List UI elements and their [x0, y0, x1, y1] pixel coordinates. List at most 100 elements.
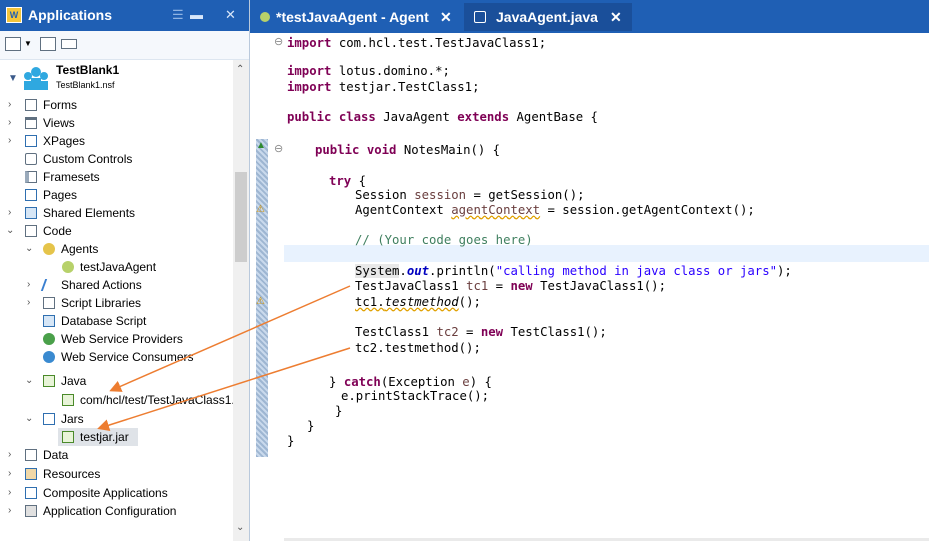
web-service-provider-icon — [43, 333, 55, 345]
resources-icon — [25, 468, 37, 480]
fold-toggle-icon[interactable]: ⊖ — [274, 35, 283, 48]
code-line: System.out.println("calling method in ja… — [355, 264, 792, 278]
chevron-down-icon[interactable]: ▼ — [24, 39, 32, 48]
expand-icon[interactable]: ▼ — [8, 70, 18, 88]
tree-item-jars[interactable]: ⌄ Jars — [0, 410, 233, 428]
tree-item-framesets[interactable]: Framesets — [0, 168, 233, 186]
tree-item-pages[interactable]: Pages — [0, 186, 233, 204]
scroll-down-icon[interactable]: ⌄ — [236, 522, 244, 533]
override-marker-icon[interactable]: ▲ — [256, 140, 268, 152]
shared-elements-icon — [25, 207, 37, 219]
tree-item-application-configuration[interactable]: › Application Configuration — [0, 502, 233, 520]
warning-marker-icon[interactable]: ⚠ — [256, 204, 268, 216]
chevron-right-icon[interactable]: › — [27, 276, 30, 294]
tree-item-label: testJavaAgent — [80, 260, 157, 274]
database-script-icon — [43, 315, 55, 327]
chevron-down-icon[interactable]: ⌄ — [6, 222, 14, 240]
tab-label: *testJavaAgent - Agent — [276, 9, 429, 25]
tree-item-views[interactable]: › Views — [0, 114, 233, 132]
tree-item-label: Framesets — [43, 170, 100, 184]
code-line: tc1.testmethod(); — [355, 295, 481, 309]
application-icon — [24, 67, 48, 90]
chevron-right-icon[interactable]: › — [27, 294, 30, 312]
chevron-right-icon[interactable]: › — [8, 132, 11, 150]
code-comment: // (Your code goes here) — [355, 233, 533, 247]
chevron-right-icon[interactable]: › — [8, 484, 11, 502]
java-file-icon — [474, 11, 486, 23]
code-line: tc2.testmethod(); — [355, 341, 481, 355]
tree-item-data[interactable]: › Data — [0, 446, 233, 464]
tree-item-agents[interactable]: ⌄ Agents — [0, 240, 233, 258]
chevron-down-icon[interactable]: ⌄ — [25, 240, 33, 258]
new-application-icon[interactable] — [5, 37, 21, 51]
code-line: } — [287, 434, 295, 448]
jar-file-icon — [62, 431, 74, 443]
fold-toggle-icon[interactable]: ⊖ — [274, 142, 283, 155]
tree-item-code[interactable]: ⌄ Code — [0, 222, 233, 240]
chevron-right-icon[interactable]: › — [8, 114, 11, 132]
frameset-icon — [25, 171, 37, 183]
tree-item-resources[interactable]: › Resources — [0, 465, 233, 483]
editor-ruler — [256, 33, 268, 538]
code-line: import testjar.TestClass1; — [287, 80, 480, 94]
composite-app-icon — [25, 487, 37, 499]
tree-app-node[interactable]: ▼ TestBlank1 TestBlank1.nsf — [0, 62, 233, 96]
tree-item-web-service-providers[interactable]: Web Service Providers — [0, 330, 233, 348]
tab-testjavaagent[interactable]: *testJavaAgent - Agent ✕ — [250, 3, 460, 31]
tree-item-script-libraries[interactable]: › Script Libraries — [0, 294, 233, 312]
tree-item-label: Database Script — [61, 314, 147, 328]
navigator-toolbar: ▼ — [0, 31, 249, 60]
view-menu-icon[interactable]: ☰ — [172, 7, 184, 23]
tree-view-icon[interactable] — [40, 37, 56, 51]
tree-item-label: Agents — [61, 242, 99, 256]
agent-icon — [260, 12, 270, 22]
tree-item-label: Code — [43, 224, 72, 238]
tab-javaagent-java[interactable]: JavaAgent.java ✕ — [464, 3, 632, 31]
code-line: import com.hcl.test.TestJavaClass1; — [287, 36, 547, 50]
chevron-right-icon[interactable]: › — [8, 96, 11, 114]
tree-item-java-file[interactable]: com/hcl/test/TestJavaClass1.j — [0, 391, 233, 409]
chevron-down-icon[interactable]: ⌄ — [25, 372, 33, 390]
tree-item-jar-file[interactable]: testjar.jar — [58, 428, 138, 446]
close-icon[interactable]: ✕ — [610, 3, 622, 31]
close-icon[interactable]: ✕ — [225, 7, 236, 23]
code-line: public void NotesMain() { — [315, 143, 501, 157]
tree-item-java[interactable]: ⌄ Java — [0, 372, 233, 390]
navigator-title: Applications — [28, 7, 113, 23]
tree-item-label: Shared Actions — [61, 278, 142, 292]
scrollbar-thumb[interactable] — [235, 172, 247, 262]
minimize-icon[interactable]: ▬ — [190, 7, 203, 22]
navigator-title-bar: W Applications ☰ ▬ ✕ — [0, 0, 249, 31]
chevron-right-icon[interactable]: › — [8, 465, 11, 483]
tree-scrollbar[interactable]: ⌃ ⌄ — [233, 60, 249, 541]
tree-item-label: Web Service Consumers — [61, 350, 194, 364]
tree-item-forms[interactable]: › Forms — [0, 96, 233, 114]
tree-item-shared-elements[interactable]: › Shared Elements — [0, 204, 233, 222]
tree-item-xpages[interactable]: › XPages — [0, 132, 233, 150]
tree-item-label: Data — [43, 448, 69, 462]
tree-item-custom-controls[interactable]: Custom Controls — [0, 150, 233, 168]
collapse-icon[interactable] — [61, 39, 77, 49]
shared-actions-icon — [40, 279, 58, 291]
tree-item-web-service-consumers[interactable]: Web Service Consumers — [0, 348, 233, 366]
tree-item-label: Forms — [43, 98, 77, 112]
xpage-icon — [25, 135, 37, 147]
tree-item-label: Application Configuration — [43, 504, 177, 518]
agent-icon — [43, 243, 55, 255]
chevron-right-icon[interactable]: › — [8, 446, 11, 464]
warning-marker-icon[interactable]: ⚠ — [256, 296, 268, 308]
scroll-up-icon[interactable]: ⌃ — [236, 64, 244, 75]
tree-item-shared-actions[interactable]: › Shared Actions — [0, 276, 233, 294]
tree-item-database-script[interactable]: Database Script — [0, 312, 233, 330]
java-icon — [43, 375, 55, 387]
close-icon[interactable]: ✕ — [440, 3, 452, 31]
chevron-right-icon[interactable]: › — [8, 502, 11, 520]
tree-item-testjavaagent[interactable]: testJavaAgent — [0, 258, 233, 276]
code-icon — [25, 225, 37, 237]
tree-item-composite-applications[interactable]: › Composite Applications — [0, 484, 233, 502]
application-tree: ▼ TestBlank1 TestBlank1.nsf › Forms › Vi… — [0, 60, 233, 541]
code-line: Session session = getSession(); — [355, 188, 585, 202]
chevron-right-icon[interactable]: › — [8, 204, 11, 222]
app-name: TestBlank1 — [56, 63, 120, 77]
chevron-down-icon[interactable]: ⌄ — [25, 410, 33, 428]
